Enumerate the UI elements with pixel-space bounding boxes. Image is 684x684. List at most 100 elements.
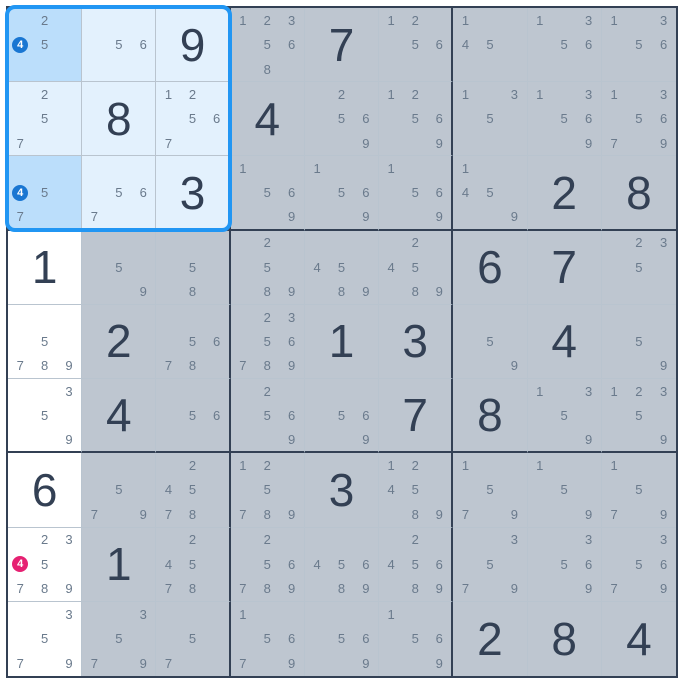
cell-r7-c2[interactable]: 579 [82,453,156,527]
cell-r3-c7[interactable]: 1459 [453,156,527,230]
cell-r4-c4[interactable]: 2589 [231,231,305,305]
cell-r4-c5[interactable]: 4589 [305,231,379,305]
cell-r1-c5[interactable]: 7 [305,8,379,82]
cell-r8-c1[interactable]: 2345789 [8,528,82,602]
cell-r4-c2[interactable]: 59 [82,231,156,305]
candidate: 5 [32,107,56,131]
candidate: 9 [651,131,676,155]
cell-r1-c1[interactable]: 245 [8,8,82,82]
cell-r1-c2[interactable]: 56 [82,8,156,82]
cell-r6-c3[interactable]: 56 [156,379,230,453]
cell-r3-c8[interactable]: 2 [528,156,602,230]
cell-r6-c6[interactable]: 7 [379,379,453,453]
cell-r6-c5[interactable]: 569 [305,379,379,453]
cell-r3-c5[interactable]: 1569 [305,156,379,230]
cell-r1-c4[interactable]: 123568 [231,8,305,82]
cell-r9-c2[interactable]: 3579 [82,602,156,676]
cell-value: 6 [477,240,503,294]
cell-r4-c8[interactable]: 7 [528,231,602,305]
cell-r4-c1[interactable]: 1 [8,231,82,305]
cell-r7-c1[interactable]: 6 [8,453,82,527]
candidates: 12359 [602,379,676,451]
cell-r2-c6[interactable]: 12569 [379,82,453,156]
candidate: 6 [651,107,676,131]
cell-value: 2 [551,166,577,220]
cell-r5-c1[interactable]: 5789 [8,305,82,379]
cell-r2-c8[interactable]: 13569 [528,82,602,156]
cell-r9-c5[interactable]: 569 [305,602,379,676]
cell-r3-c6[interactable]: 1569 [379,156,453,230]
cell-r3-c2[interactable]: 567 [82,156,156,230]
cell-r7-c9[interactable]: 1579 [602,453,676,527]
cell-r5-c3[interactable]: 5678 [156,305,230,379]
cell-r7-c4[interactable]: 125789 [231,453,305,527]
cell-r5-c8[interactable]: 4 [528,305,602,379]
cell-r8-c8[interactable]: 3569 [528,528,602,602]
cell-r6-c2[interactable]: 4 [82,379,156,453]
candidate: 7 [82,205,106,229]
cell-r5-c2[interactable]: 2 [82,305,156,379]
cell-r2-c2[interactable]: 8 [82,82,156,156]
cell-r5-c9[interactable]: 59 [602,305,676,379]
candidates: 12567 [156,82,228,155]
cell-r4-c7[interactable]: 6 [453,231,527,305]
cell-r1-c9[interactable]: 1356 [602,8,676,82]
cell-r8-c5[interactable]: 45689 [305,528,379,602]
cell-r7-c5[interactable]: 3 [305,453,379,527]
cell-r3-c1[interactable]: 457 [8,156,82,230]
cell-r6-c4[interactable]: 2569 [231,379,305,453]
cell-r2-c1[interactable]: 257 [8,82,82,156]
cell-r7-c3[interactable]: 24578 [156,453,230,527]
cell-r5-c4[interactable]: 2356789 [231,305,305,379]
cell-r6-c1[interactable]: 359 [8,379,82,453]
sudoku-board[interactable]: 2455691235687125614513561356257812567425… [6,6,678,678]
candidate: 3 [651,379,676,403]
candidate: 2 [181,453,205,477]
candidate: 6 [205,329,229,353]
cell-r1-c8[interactable]: 1356 [528,8,602,82]
candidates: 59 [82,231,155,304]
candidate: 3 [57,379,81,403]
cell-r9-c9[interactable]: 4 [602,602,676,676]
cell-r2-c9[interactable]: 135679 [602,82,676,156]
cell-r2-c7[interactable]: 135 [453,82,527,156]
cell-r6-c9[interactable]: 12359 [602,379,676,453]
cell-r4-c6[interactable]: 24589 [379,231,453,305]
cell-r8-c4[interactable]: 256789 [231,528,305,602]
cell-r8-c7[interactable]: 3579 [453,528,527,602]
cell-r9-c7[interactable]: 2 [453,602,527,676]
cell-r6-c8[interactable]: 1359 [528,379,602,453]
candidate: 1 [379,602,403,627]
cell-r9-c4[interactable]: 15679 [231,602,305,676]
cell-r1-c3[interactable]: 9 [156,8,230,82]
cell-r6-c7[interactable]: 8 [453,379,527,453]
cell-r3-c4[interactable]: 1569 [231,156,305,230]
cell-r4-c9[interactable]: 235 [602,231,676,305]
cell-r9-c6[interactable]: 1569 [379,602,453,676]
cell-r7-c8[interactable]: 159 [528,453,602,527]
cell-r5-c6[interactable]: 3 [379,305,453,379]
cell-r1-c7[interactable]: 145 [453,8,527,82]
cell-r7-c6[interactable]: 124589 [379,453,453,527]
cell-r9-c8[interactable]: 8 [528,602,602,676]
candidate: 9 [427,651,451,676]
cell-r2-c4[interactable]: 4 [231,82,305,156]
cell-r4-c3[interactable]: 58 [156,231,230,305]
cell-r3-c9[interactable]: 8 [602,156,676,230]
cell-r3-c3[interactable]: 3 [156,156,230,230]
cell-r2-c5[interactable]: 2569 [305,82,379,156]
cell-r9-c3[interactable]: 57 [156,602,230,676]
cell-r8-c9[interactable]: 35679 [602,528,676,602]
cell-r9-c1[interactable]: 3579 [8,602,82,676]
candidate: 9 [502,354,526,378]
cell-r1-c6[interactable]: 1256 [379,8,453,82]
candidates: 1356 [528,8,601,81]
candidates: 5678 [156,305,228,378]
cell-r8-c2[interactable]: 1 [82,528,156,602]
cell-r2-c3[interactable]: 12567 [156,82,230,156]
cell-r5-c7[interactable]: 59 [453,305,527,379]
cell-r7-c7[interactable]: 1579 [453,453,527,527]
cell-r8-c3[interactable]: 24578 [156,528,230,602]
cell-r8-c6[interactable]: 245689 [379,528,453,602]
cell-r5-c5[interactable]: 1 [305,305,379,379]
